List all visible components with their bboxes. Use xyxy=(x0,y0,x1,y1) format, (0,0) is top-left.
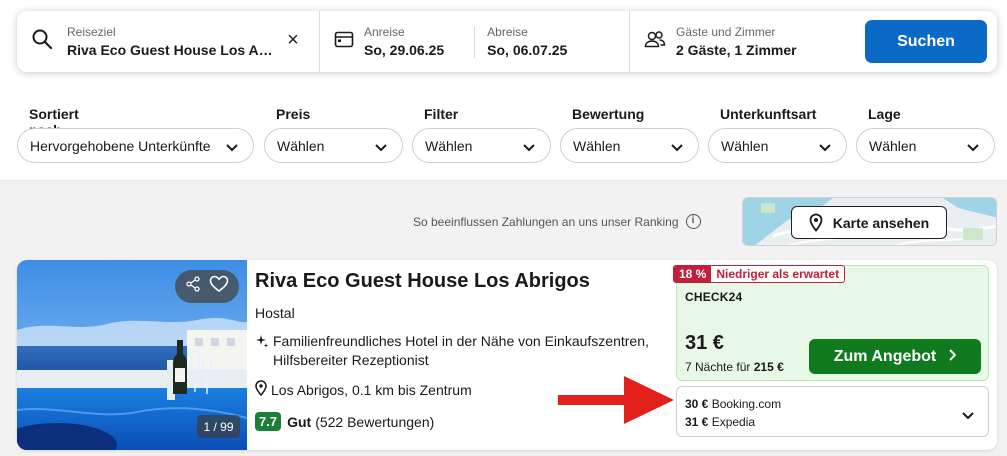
hotel-type: Hostal xyxy=(255,305,295,321)
total-price: 215 € xyxy=(753,360,784,374)
date-divider xyxy=(474,25,476,58)
destination-label: Reiseziel xyxy=(67,24,116,39)
hotel-rating[interactable]: 7.7 Gut (522 Bewertungen) xyxy=(255,412,434,431)
chevron-down-icon xyxy=(670,140,684,156)
offer-price: 30 € xyxy=(685,397,709,411)
nights-text: 7 Nächte für xyxy=(685,360,751,374)
filter-property-type: Unterkunftsart Wählen xyxy=(708,106,847,163)
discount-percent: 18 % xyxy=(674,266,712,282)
info-icon[interactable]: i xyxy=(685,214,701,229)
search-icon xyxy=(31,28,53,55)
red-arrow-icon xyxy=(558,376,674,424)
hotel-feature: Familienfreundliches Hotel in der Nähe v… xyxy=(255,332,649,370)
filter-title: Unterkunftsart xyxy=(720,106,817,122)
guests-label: Gäste und Zimmer xyxy=(676,24,776,39)
hotel-photo[interactable]: 1 / 99 xyxy=(17,260,247,450)
photo-counter: 1 / 99 xyxy=(197,415,240,438)
filter-title: Filter xyxy=(424,106,459,122)
guests-field[interactable]: Gäste und Zimmer 2 Gäste, 1 Zimmer Suche… xyxy=(629,11,997,72)
map-pin-icon xyxy=(809,213,823,232)
chevron-down-icon xyxy=(966,140,980,156)
hotel-location: Los Abrigos, 0.1 km bis Zentrum xyxy=(255,380,472,399)
offer-row[interactable]: 31 € Expedia xyxy=(685,415,755,429)
checkout-value[interactable]: So, 06.07.25 xyxy=(487,41,567,59)
destination-value[interactable]: Riva Eco Guest House Los Abrigos xyxy=(67,41,275,59)
offer-row[interactable]: 30 € Booking.com xyxy=(685,397,781,411)
offer-provider: Expedia xyxy=(711,415,756,429)
offer-price: 31 € xyxy=(685,415,709,429)
discount-badge: 18 % Niedriger als erwartet xyxy=(673,265,846,283)
map-button[interactable]: Karte ansehen xyxy=(791,206,947,239)
filter-value: Hervorgehobene Unterkünfte xyxy=(30,137,211,154)
map-button-label: Karte ansehen xyxy=(832,214,930,231)
review-count: (522 Bewertungen) xyxy=(315,413,435,430)
score-badge: 7.7 xyxy=(255,412,282,431)
best-deal[interactable]: 18 % Niedriger als erwartet CHECK24 31 €… xyxy=(673,265,989,381)
photo-actions xyxy=(175,270,239,303)
map-preview[interactable]: Karte ansehen xyxy=(742,197,997,246)
location-text: Los Abrigos, 0.1 km bis Zentrum xyxy=(271,381,472,398)
filter-value: Wählen xyxy=(573,137,621,154)
hotel-card[interactable]: 1 / 99 Riva Eco Guest House Los Abrigos … xyxy=(17,260,997,450)
location-select[interactable]: Wählen xyxy=(856,128,995,163)
filter-value: Wählen xyxy=(869,137,917,154)
share-icon[interactable] xyxy=(185,276,201,297)
search-button[interactable]: Suchen xyxy=(865,20,987,63)
ranking-note[interactable]: So beeinflussen Zahlungen an uns unser R… xyxy=(413,214,701,229)
map-pin-icon xyxy=(255,380,267,399)
rating-select[interactable]: Wählen xyxy=(560,128,699,163)
view-deal-label: Zum Angebot xyxy=(833,347,937,365)
offer-provider: Booking.com xyxy=(711,397,782,411)
chevron-down-icon[interactable] xyxy=(962,407,974,425)
filter-value: Wählen xyxy=(277,137,325,154)
chevron-down-icon xyxy=(225,140,239,156)
clear-icon[interactable]: × xyxy=(285,30,301,50)
price-select[interactable]: Wählen xyxy=(264,128,403,163)
sort-select[interactable]: Hervorgehobene Unterkünfte xyxy=(17,128,254,163)
checkin-label: Anreise xyxy=(364,24,405,39)
deal-price: 31 € xyxy=(685,332,724,354)
discount-label: Niedriger als erwartet xyxy=(716,267,840,281)
filter-value: Wählen xyxy=(721,137,769,154)
guests-value[interactable]: 2 Gäste, 1 Zimmer xyxy=(676,41,797,59)
chevron-right-icon xyxy=(948,348,957,366)
checkin[interactable]: Anreise So, 29.06.25 xyxy=(364,25,444,59)
hotel-feature-line1: Familienfreundliches Hotel in der Nähe v… xyxy=(273,333,649,349)
ranking-note-text[interactable]: So beeinflussen Zahlungen an uns unser R… xyxy=(413,215,679,229)
filter-rating: Bewertung Wählen xyxy=(560,106,699,163)
date-field[interactable]: Anreise So, 29.06.25 Abreise So, 06.07.2… xyxy=(319,11,629,72)
filter-title: Lage xyxy=(868,106,901,122)
destination-field[interactable]: Reiseziel Riva Eco Guest House Los Abrig… xyxy=(17,11,319,72)
hotel-name[interactable]: Riva Eco Guest House Los Abrigos xyxy=(255,270,590,293)
rating-label: Gut xyxy=(287,413,312,430)
search-bar: Reiseziel Riva Eco Guest House Los Abrig… xyxy=(17,11,997,72)
deal-total: 7 Nächte für 215 € xyxy=(685,360,784,374)
filter-location: Lage Wählen xyxy=(856,106,995,163)
guests-icon xyxy=(644,30,666,53)
checkin-value[interactable]: So, 29.06.25 xyxy=(364,41,444,59)
checkout[interactable]: Abreise So, 06.07.25 xyxy=(487,25,567,59)
filter-title: Bewertung xyxy=(572,106,645,122)
filter-select[interactable]: Wählen xyxy=(412,128,551,163)
view-deal-button[interactable]: Zum Angebot xyxy=(809,339,981,374)
sparkle-icon xyxy=(255,334,271,370)
filter-value: Wählen xyxy=(425,137,473,154)
hotel-feature-line2: Hilfsbereiter Rezeptionist xyxy=(273,352,429,368)
checkout-label: Abreise xyxy=(487,24,528,39)
filter-sort: Sortiert nach Hervorgehobene Unterkünfte xyxy=(17,106,254,163)
other-offers[interactable]: 30 € Booking.com 31 € Expedia xyxy=(676,386,989,437)
calendar-icon xyxy=(334,30,354,53)
chevron-down-icon xyxy=(374,140,388,156)
chevron-down-icon xyxy=(818,140,832,156)
filter-price: Preis Wählen xyxy=(264,106,403,163)
chevron-down-icon xyxy=(522,140,536,156)
property-type-select[interactable]: Wählen xyxy=(708,128,847,163)
heart-icon[interactable] xyxy=(209,275,229,298)
deal-provider: CHECK24 xyxy=(685,290,743,304)
filter-title: Sortiert nach xyxy=(29,106,79,138)
filter-filter: Filter Wählen xyxy=(412,106,551,163)
filter-title: Preis xyxy=(276,106,311,122)
